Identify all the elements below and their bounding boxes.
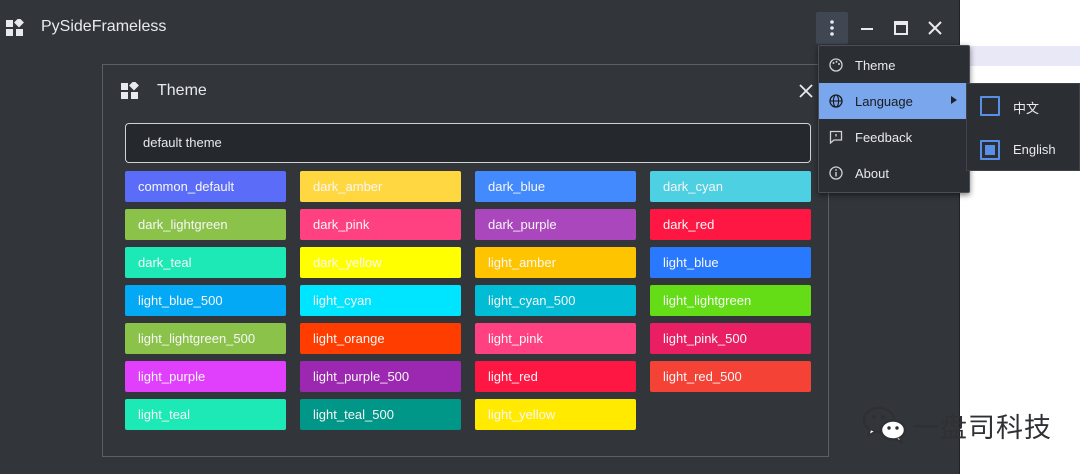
theme-button-light-yellow[interactable]: light_yellow <box>475 399 636 430</box>
language-option-label: English <box>1013 142 1056 157</box>
menu-item-about[interactable]: About <box>819 155 969 191</box>
maximize-icon <box>894 21 908 35</box>
language-option-english[interactable]: English <box>967 128 1080 172</box>
theme-button-grid: common_default dark_amber dark_blue dark_cy… <box>125 171 811 430</box>
theme-button-light-purple-500[interactable]: light_purple_500 <box>300 361 461 392</box>
feedback-icon <box>829 130 843 144</box>
dialog-title: Theme <box>157 82 207 99</box>
theme-button-light-orange[interactable]: light_orange <box>300 323 461 354</box>
submenu-arrow-icon <box>951 96 957 104</box>
theme-button-dark-blue[interactable]: dark_blue <box>475 171 636 202</box>
theme-button-light-teal[interactable]: light_teal <box>125 399 286 430</box>
theme-dialog: Theme default theme common_default dark_a… <box>102 64 829 457</box>
language-option-chinese[interactable]: 中文 <box>967 84 1080 128</box>
title-bar[interactable]: PySideFrameless <box>0 0 960 56</box>
theme-button-dark-teal[interactable]: dark_teal <box>125 247 286 278</box>
theme-button-light-pink-500[interactable]: light_pink_500 <box>650 323 811 354</box>
dialog-close-button[interactable] <box>795 80 817 102</box>
theme-button-light-cyan[interactable]: light_cyan <box>300 285 461 316</box>
minimize-icon <box>861 28 873 30</box>
more-dropdown-menu: Theme Language Feedback About <box>818 45 970 193</box>
theme-button-dark-yellow[interactable]: dark_yellow <box>300 247 461 278</box>
theme-button-dark-purple[interactable]: dark_purple <box>475 209 636 240</box>
watermark: 一盘司科技 <box>862 405 1052 445</box>
theme-button-dark-red[interactable]: dark_red <box>650 209 811 240</box>
close-window-button[interactable] <box>919 12 951 44</box>
info-icon <box>829 166 843 180</box>
checkbox[interactable] <box>980 96 1000 116</box>
theme-dialog-logo-icon <box>121 82 139 99</box>
menu-item-language[interactable]: Language <box>819 83 969 119</box>
theme-button-light-amber[interactable]: light_amber <box>475 247 636 278</box>
theme-button-light-pink[interactable]: light_pink <box>475 323 636 354</box>
theme-button-light-cyan-500[interactable]: light_cyan_500 <box>475 285 636 316</box>
menu-item-label: About <box>855 166 889 181</box>
theme-button-light-blue[interactable]: light_blue <box>650 247 811 278</box>
theme-button-common-default[interactable]: common_default <box>125 171 286 202</box>
theme-button-light-teal-500[interactable]: light_teal_500 <box>300 399 461 430</box>
app-window: PySideFrameless Theme default theme comm… <box>0 0 960 474</box>
wechat-logo-icon <box>862 406 907 445</box>
more-vertical-icon <box>830 20 834 36</box>
theme-button-dark-cyan[interactable]: dark_cyan <box>650 171 811 202</box>
theme-button-dark-pink[interactable]: dark_pink <box>300 209 461 240</box>
background-panel <box>961 0 1080 474</box>
theme-button-light-purple[interactable]: light_purple <box>125 361 286 392</box>
theme-button-light-lightgreen[interactable]: light_lightgreen <box>650 285 811 316</box>
current-theme-field[interactable]: default theme <box>125 123 811 163</box>
app-logo-icon <box>6 19 24 36</box>
theme-button-light-blue-500[interactable]: light_blue_500 <box>125 285 286 316</box>
theme-button-light-red[interactable]: light_red <box>475 361 636 392</box>
language-option-label: 中文 <box>1013 101 1040 116</box>
palette-icon <box>829 58 843 72</box>
minimize-button[interactable] <box>851 12 883 44</box>
maximize-button[interactable] <box>885 12 917 44</box>
watermark-text: 一盘司科技 <box>912 412 1052 444</box>
close-icon <box>799 84 813 98</box>
checkbox-checked[interactable] <box>980 140 1000 160</box>
theme-button-light-red-500[interactable]: light_red_500 <box>650 361 811 392</box>
menu-item-label: Language <box>855 94 913 109</box>
theme-button-light-lightgreen-500[interactable]: light_lightgreen_500 <box>125 323 286 354</box>
language-submenu: 中文 English <box>966 83 1080 171</box>
menu-item-label: Feedback <box>855 130 913 145</box>
window-title: PySideFrameless <box>41 18 167 35</box>
more-menu-button[interactable] <box>816 12 848 44</box>
background-strip <box>970 46 1080 66</box>
close-icon <box>928 21 942 35</box>
menu-item-theme[interactable]: Theme <box>819 47 969 83</box>
theme-button-dark-lightgreen[interactable]: dark_lightgreen <box>125 209 286 240</box>
menu-item-feedback[interactable]: Feedback <box>819 119 969 155</box>
theme-button-dark-amber[interactable]: dark_amber <box>300 171 461 202</box>
menu-item-label: Theme <box>855 58 896 73</box>
globe-icon <box>829 94 843 108</box>
